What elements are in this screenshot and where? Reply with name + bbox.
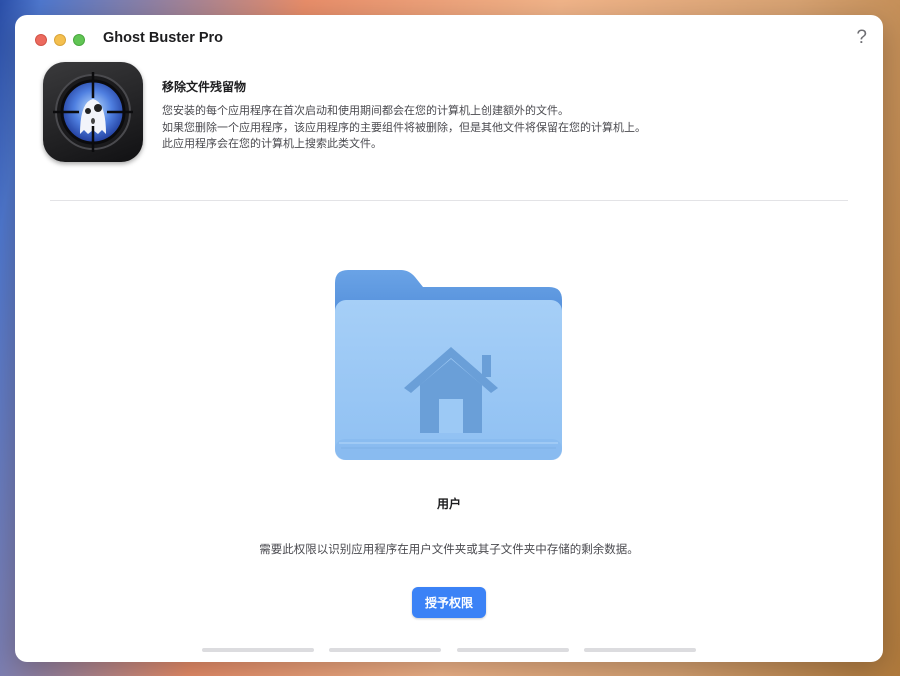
pager-step-1 [202,648,314,652]
ghost-crosshair-app-icon [43,62,143,162]
pager-step-4 [584,648,696,652]
zoom-window-button[interactable] [73,34,85,46]
folder-label: 用户 [436,497,461,511]
permission-description: 需要此权限以识别应用程序在用户文件夹或其子文件夹中存储的剩余数据。 [259,542,639,556]
header-title: 移除文件残留物 [162,80,247,94]
pager-step-2 [329,648,441,652]
app-title: Ghost Buster Pro [103,30,224,46]
title-bar: Ghost Buster Pro ? [15,15,883,63]
close-window-button[interactable] [35,34,47,46]
help-button[interactable]: ? [856,27,867,49]
grant-permission-button[interactable]: 授予权限 [412,587,486,618]
pager-step-3 [457,648,569,652]
home-folder-icon [333,267,565,471]
header-divider [50,200,848,201]
header-description-line-3: 此应用程序会在您的计算机上搜索此类文件。 [162,137,382,150]
header-text: 移除文件残留物 您安装的每个应用程序在首次启动和使用期间都会在您的计算机上创建额… [162,78,646,153]
app-window: Ghost Buster Pro ? 移除文件残留物 您安装的每个应用程序在首次… [15,15,883,662]
header-description-line-2: 如果您删除一个应用程序，该应用程序的主要组件将被删除，但是其他文件将保留在您的计… [162,120,646,134]
minimize-window-button[interactable] [54,34,66,46]
header-description-line-1: 您安装的每个应用程序在首次启动和使用期间都会在您的计算机上创建额外的文件。 [162,104,569,117]
